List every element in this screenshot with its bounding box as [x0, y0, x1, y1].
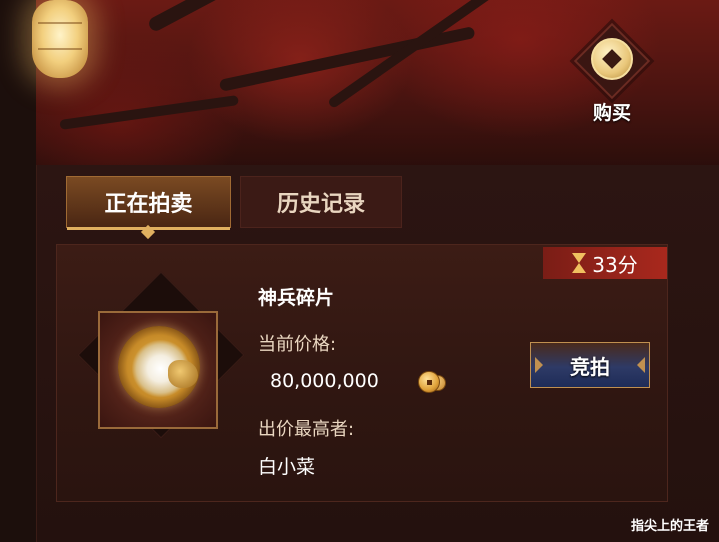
tab-history[interactable]: 历史记录 [240, 176, 402, 228]
highest-bidder-label: 出价最高者: [258, 419, 355, 440]
lantern-icon [32, 0, 88, 78]
buy-button[interactable]: 购买 [573, 22, 651, 140]
hourglass-icon [572, 253, 587, 273]
watermark: 指尖上的王者 [630, 519, 709, 534]
current-price-label: 当前价格: [258, 334, 337, 355]
buy-label: 购买 [592, 102, 631, 124]
bid-button[interactable]: 竞拍 [530, 342, 650, 388]
tree-branch [59, 94, 239, 130]
left-frame-bar [0, 0, 36, 542]
current-price-value: 80,000,000 [270, 370, 379, 392]
tab-ongoing-auction[interactable]: 正在拍卖 [66, 176, 231, 240]
tree-branch [146, 0, 357, 34]
tab-label: 正在拍卖 [104, 192, 193, 217]
item-icon-detail [168, 360, 198, 388]
copper-coin-icon [418, 371, 440, 393]
coin-icon [591, 38, 633, 80]
countdown-text: 33分 [592, 252, 638, 277]
highest-bidder-name: 白小菜 [258, 456, 316, 478]
tab-label: 历史记录 [276, 192, 365, 217]
bid-button-label: 竞拍 [570, 354, 610, 379]
countdown-badge: 33分 [543, 247, 667, 279]
item-name: 神兵碎片 [258, 287, 335, 309]
